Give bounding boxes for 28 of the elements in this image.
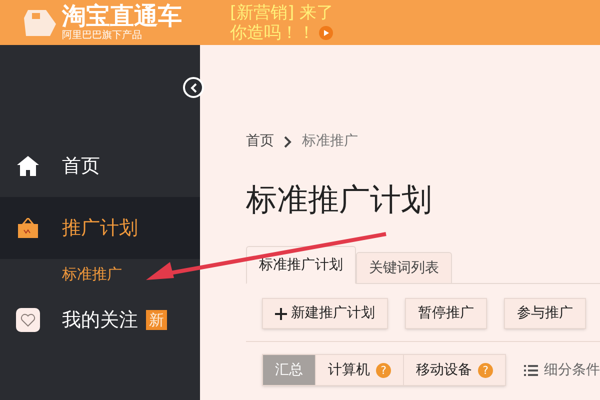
sidebar-item[interactable]: 推广计划: [0, 197, 200, 259]
home-icon: [17, 156, 39, 176]
toolbar-button[interactable]: 新建推广计划: [262, 298, 388, 329]
sidebar-item[interactable]: 我的关注 新: [0, 289, 200, 351]
chevron-icon: [284, 136, 292, 148]
segment-tab[interactable]: 移动设备 ?: [403, 355, 505, 385]
breadcrumb-link[interactable]: 首页: [246, 131, 274, 152]
promo-text: 你造吗！！: [230, 22, 315, 42]
logo-text: 淘宝直通车: [62, 4, 182, 28]
breadcrumb-link[interactable]: 标准推广: [302, 131, 358, 152]
play-icon[interactable]: [319, 26, 333, 40]
list-icon: [524, 364, 538, 376]
segment-tab[interactable]: 计算机 ?: [315, 355, 403, 385]
new-badge: 新: [146, 310, 167, 330]
plus-icon: [275, 308, 287, 320]
logo-icon: [22, 8, 58, 38]
toolbar-button[interactable]: 参与推广: [504, 298, 586, 329]
toolbar-button[interactable]: 暂停推广: [405, 298, 487, 329]
sidebar-subitem[interactable]: 标准推广: [0, 259, 200, 289]
chevron-left-icon: [190, 82, 198, 92]
tab[interactable]: 关键词列表: [356, 252, 452, 284]
sidebar-item[interactable]: 首页: [0, 135, 200, 197]
promo-text: [新营销] 来了: [230, 2, 334, 22]
page-title: 标准推广计划: [246, 181, 433, 220]
tab[interactable]: 标准推广计划: [246, 246, 356, 284]
filter-link[interactable]: 细分条件: [544, 360, 600, 380]
bag-icon: [17, 218, 39, 238]
logo-slogan: 阿里巴巴旗下产品: [62, 31, 143, 41]
